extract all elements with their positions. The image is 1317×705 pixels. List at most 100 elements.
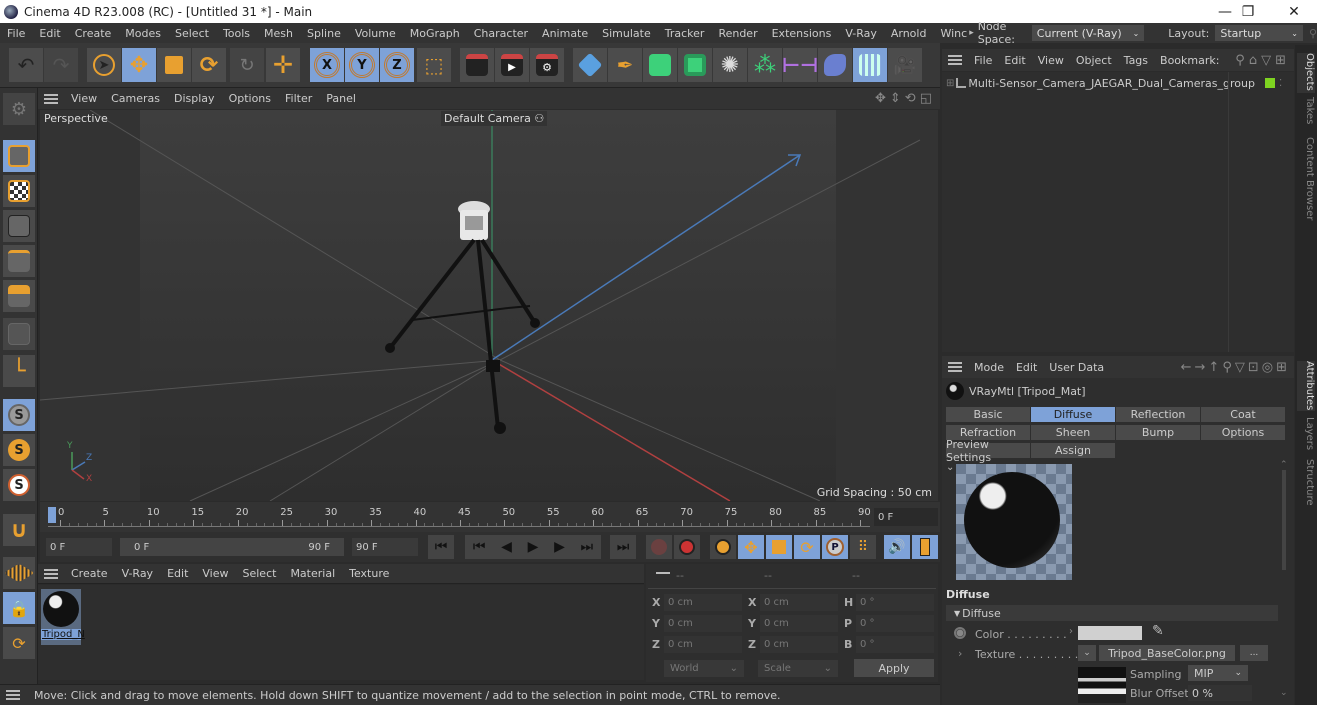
expand-icon[interactable]: ⊞ [946,78,954,89]
material-menu-edit[interactable]: Edit [160,567,195,580]
current-frame-field[interactable]: 0 F [874,508,938,526]
menu-mograph[interactable]: MoGraph [403,27,467,40]
align-workplane-button[interactable]: ⟳ [3,627,35,659]
menu-simulate[interactable]: Simulate [595,27,658,40]
uv-mode-button[interactable] [3,318,35,350]
back-arrow-icon[interactable]: ← [1181,360,1195,375]
up-arrow-icon[interactable]: ↑ [1208,360,1222,375]
menu-vray[interactable]: V-Ray [838,27,884,40]
menu-arnold[interactable]: Arnold [884,27,934,40]
rot-h-field[interactable]: 0 ° [856,594,934,611]
viewport-menu-display[interactable]: Display [167,92,222,105]
edges-mode-button[interactable] [3,245,35,277]
layout-select[interactable]: Startup ⌄ [1215,25,1303,41]
side-tab-layers[interactable]: Layers [1297,417,1315,453]
tab-diffuse[interactable]: Diffuse [1030,406,1116,423]
texture-browse-button[interactable]: ... [1240,645,1268,661]
objects-menu-bookmarks[interactable]: Bookmark: [1154,54,1225,67]
transform-tool-button[interactable]: ✛ [266,48,300,82]
next-key-icon[interactable]: ⏭ [581,539,594,555]
hamburger-icon[interactable] [44,568,58,579]
timeline-ruler[interactable]: 0 5 10 15 20 25 30 35 40 45 50 55 60 65 70 75 80 85 90 0 F [40,502,940,532]
object-name[interactable]: Multi-Sensor_Camera_JAEGAR_Dual_Cameras_… [968,77,1255,90]
size-mode-select[interactable]: Scale ⌄ [758,660,838,677]
node-space-select[interactable]: Current (V-Ray) ⌄ [1031,25,1145,41]
tab-sheen[interactable]: Sheen [1030,424,1116,441]
field-button[interactable] [818,48,852,82]
maximize-view-icon[interactable]: ◱ [920,91,936,106]
x-axis-button[interactable]: X [310,48,344,82]
menu-overflow-arrow-icon[interactable]: ▸ [969,28,974,38]
menu-extensions[interactable]: Extensions [765,27,839,40]
layer-color-tag[interactable] [1264,78,1275,88]
search-icon[interactable]: ⚲ [1309,27,1317,40]
recent-tools-button[interactable]: ↻ [230,48,264,82]
search-icon[interactable]: ⚲ [1235,53,1249,68]
size-y-field[interactable]: 0 cm [760,615,838,632]
search-icon[interactable]: ⚲ [1222,360,1235,375]
frame-range-slider[interactable]: 0 F 90 F [120,538,344,556]
polygons-mode-button[interactable] [3,280,35,312]
diffuse-group-header[interactable]: ▼ Diffuse [946,605,1278,621]
tab-reflection[interactable]: Reflection [1115,406,1201,423]
side-tab-takes[interactable]: Takes [1297,97,1315,129]
objects-menu-edit[interactable]: Edit [998,54,1031,67]
coordinate-mode-select[interactable]: World ⌄ [664,660,744,677]
axis-mode-button[interactable]: └ [3,355,35,387]
object-row[interactable]: ⊞ Multi-Sensor_Camera_JAEGAR_Dual_Camera… [942,74,1294,92]
workplane-snap-button[interactable]: S [3,469,35,501]
start-frame-field[interactable]: 0 F [46,538,112,556]
render-settings-button[interactable]: ⚙ [530,48,564,82]
redo-button[interactable]: ↷ [44,48,78,82]
cube-button[interactable] [573,48,607,82]
menu-file[interactable]: File [0,27,32,40]
menu-animate[interactable]: Animate [535,27,595,40]
autokey-button[interactable] [674,535,700,559]
viewport-menu-options[interactable]: Options [222,92,278,105]
go-to-start-button[interactable]: ⏮ [428,535,454,559]
tab-coat[interactable]: Coat [1200,406,1286,423]
scale-tool-button[interactable] [157,48,191,82]
animate-radio-icon[interactable] [954,627,966,639]
tab-bump[interactable]: Bump [1115,424,1201,441]
menu-modes[interactable]: Modes [118,27,168,40]
menu-spline[interactable]: Spline [300,27,348,40]
workplane-button[interactable] [3,557,35,589]
floor-button[interactable] [853,48,887,82]
lock-icon[interactable]: ⊡ [1248,360,1262,375]
filter-icon[interactable]: ▽ [1235,360,1248,375]
menu-edit[interactable]: Edit [32,27,67,40]
side-tab-objects[interactable]: Objects [1297,53,1315,93]
blur-offset-field[interactable]: 0 % [1188,685,1252,701]
attributes-menu-edit[interactable]: Edit [1010,361,1043,374]
sound-button[interactable]: 🔊 [884,535,910,559]
color-swatch[interactable] [1078,626,1142,640]
rot-b-field[interactable]: 0 ° [856,636,934,653]
key-rotation-button[interactable]: ⟳ [794,535,820,559]
menu-character[interactable]: Character [467,27,535,40]
material-menu-material[interactable]: Material [283,567,342,580]
move-tool-button[interactable]: ✥ [122,48,156,82]
attributes-scrollbar[interactable] [1282,470,1286,570]
timeline-window-button[interactable] [912,535,938,559]
viewport-menu-cameras[interactable]: Cameras [104,92,167,105]
texture-file-button[interactable]: Tripod_BaseColor.png [1099,645,1235,661]
menu-select[interactable]: Select [168,27,216,40]
menu-window[interactable]: Winc [933,27,969,40]
deformer-button[interactable]: ⊢⊣ [782,48,818,82]
subdivision-button[interactable] [643,48,677,82]
objects-menu-file[interactable]: File [968,54,998,67]
side-tab-attributes[interactable]: Attributes [1297,361,1315,411]
eyedropper-icon[interactable]: ✎ [1152,623,1164,639]
material-swatch[interactable]: Tripod_N [41,589,85,645]
keyframe-selection-button[interactable] [710,535,736,559]
tab-preview-settings[interactable]: Preview Settings [945,438,1031,464]
rotate-view-icon[interactable]: ⟲ [905,91,920,106]
viewport-menu-panel[interactable]: Panel [319,92,363,105]
visibility-dots-icon[interactable]: ⁚ [1279,78,1282,89]
texture-dropdown-button[interactable]: ⌄ [1078,645,1096,661]
pos-z-field[interactable]: 0 cm [664,636,742,653]
menu-volume[interactable]: Volume [348,27,403,40]
expand-arrow-icon[interactable]: › [1069,626,1073,637]
side-tab-content-browser[interactable]: Content Browser [1297,137,1315,227]
